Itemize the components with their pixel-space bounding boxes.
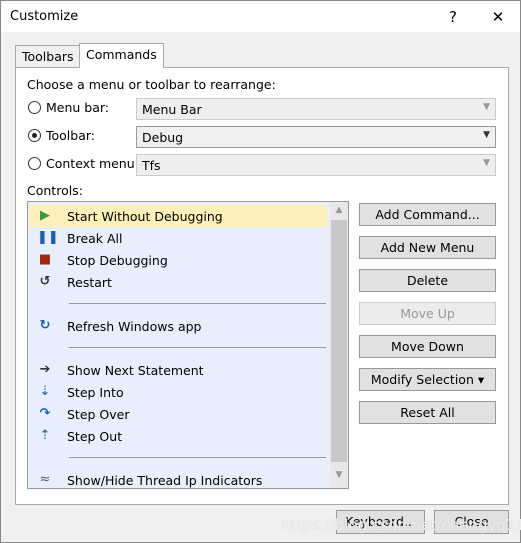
pause-icon: ❚❚ <box>37 230 59 245</box>
chevron-down-icon: ▼ <box>483 102 490 112</box>
close-button[interactable]: Close <box>434 510 509 534</box>
list-item[interactable]: ↷ Step Over <box>29 403 327 425</box>
toolbar-value: Debug <box>142 130 184 145</box>
tab-toolbars[interactable]: Toolbars <box>15 45 81 67</box>
help-button[interactable]: ? <box>438 5 468 29</box>
separator <box>69 457 326 458</box>
step-over-icon: ↷ <box>39 406 51 421</box>
menu-bar-radio[interactable] <box>28 101 41 114</box>
scrollbar[interactable]: ▲ ▼ <box>330 202 348 488</box>
move-down-button[interactable]: Move Down <box>359 335 496 358</box>
separator <box>69 303 326 304</box>
list-item[interactable]: ⇣ Step Into <box>29 381 327 403</box>
title-bar: Customize ? ✕ <box>1 1 520 32</box>
add-new-menu-button[interactable]: Add New Menu <box>359 236 496 259</box>
customize-dialog: Customize ? ✕ Toolbars Commands Choose a… <box>0 0 521 543</box>
list-item[interactable]: ↻ Refresh Windows app <box>29 315 327 337</box>
move-up-button[interactable]: Move Up <box>359 302 496 325</box>
separator <box>69 347 326 348</box>
delete-button[interactable]: Delete <box>359 269 496 292</box>
chevron-down-icon: ▼ <box>483 158 490 168</box>
tab-commands[interactable]: Commands <box>79 43 164 68</box>
prompt-label: Choose a menu or toolbar to rearrange: <box>27 77 276 92</box>
toolbar-label: Toolbar: <box>46 128 96 143</box>
toolbar-select[interactable]: Debug ▼ <box>136 126 496 148</box>
context-menu-label: Context menu: <box>46 156 139 171</box>
list-item[interactable]: ↺ Restart <box>29 271 327 293</box>
controls-list[interactable]: ▶ Start Without Debugging ❚❚ Break All ■ St… <box>27 201 349 489</box>
list-item[interactable]: ➔ Show Next Statement <box>29 359 327 381</box>
scroll-down-icon[interactable]: ▼ <box>330 470 348 480</box>
reset-all-button[interactable]: Reset All <box>359 401 496 424</box>
arrow-right-icon: ➔ <box>39 362 51 377</box>
list-item[interactable]: ⇡ Step Out <box>29 425 327 447</box>
controls-label: Controls: <box>27 183 83 198</box>
list-item[interactable]: ≈ Show/Hide Thread Ip Indicators <box>29 469 327 488</box>
close-icon[interactable]: ✕ <box>483 5 513 29</box>
list-item[interactable]: ▶ Start Without Debugging <box>29 205 327 227</box>
play-icon: ▶ <box>40 208 50 223</box>
refresh-icon: ↻ <box>39 318 51 333</box>
chevron-down-icon: ▼ <box>483 130 490 140</box>
scrollbar-thumb[interactable] <box>331 220 347 462</box>
context-menu-select[interactable]: Tfs ▼ <box>136 154 496 176</box>
restart-icon: ↺ <box>39 274 51 289</box>
thread-indicator-icon: ≈ <box>39 472 51 487</box>
scroll-up-icon[interactable]: ▲ <box>330 205 348 215</box>
commands-panel: Choose a menu or toolbar to rearrange: M… <box>15 67 509 505</box>
toolbar-radio[interactable] <box>28 129 41 142</box>
stop-icon: ■ <box>38 252 52 267</box>
step-out-icon: ⇡ <box>39 428 51 443</box>
menu-bar-label: Menu bar: <box>46 100 110 115</box>
context-menu-radio[interactable] <box>28 157 41 170</box>
step-into-icon: ⇣ <box>39 384 51 399</box>
modify-selection-button[interactable]: Modify Selection ▾ <box>359 368 496 391</box>
menu-bar-select[interactable]: Menu Bar ▼ <box>136 98 496 120</box>
add-command-button[interactable]: Add Command... <box>359 203 496 226</box>
menu-bar-value: Menu Bar <box>142 102 202 117</box>
list-item[interactable]: ❚❚ Break All <box>29 227 327 249</box>
context-menu-value: Tfs <box>142 158 161 173</box>
keyboard-button[interactable]: Keyboard... <box>336 510 425 534</box>
dialog-title: Customize <box>10 9 79 24</box>
list-item[interactable]: ■ Stop Debugging <box>29 249 327 271</box>
